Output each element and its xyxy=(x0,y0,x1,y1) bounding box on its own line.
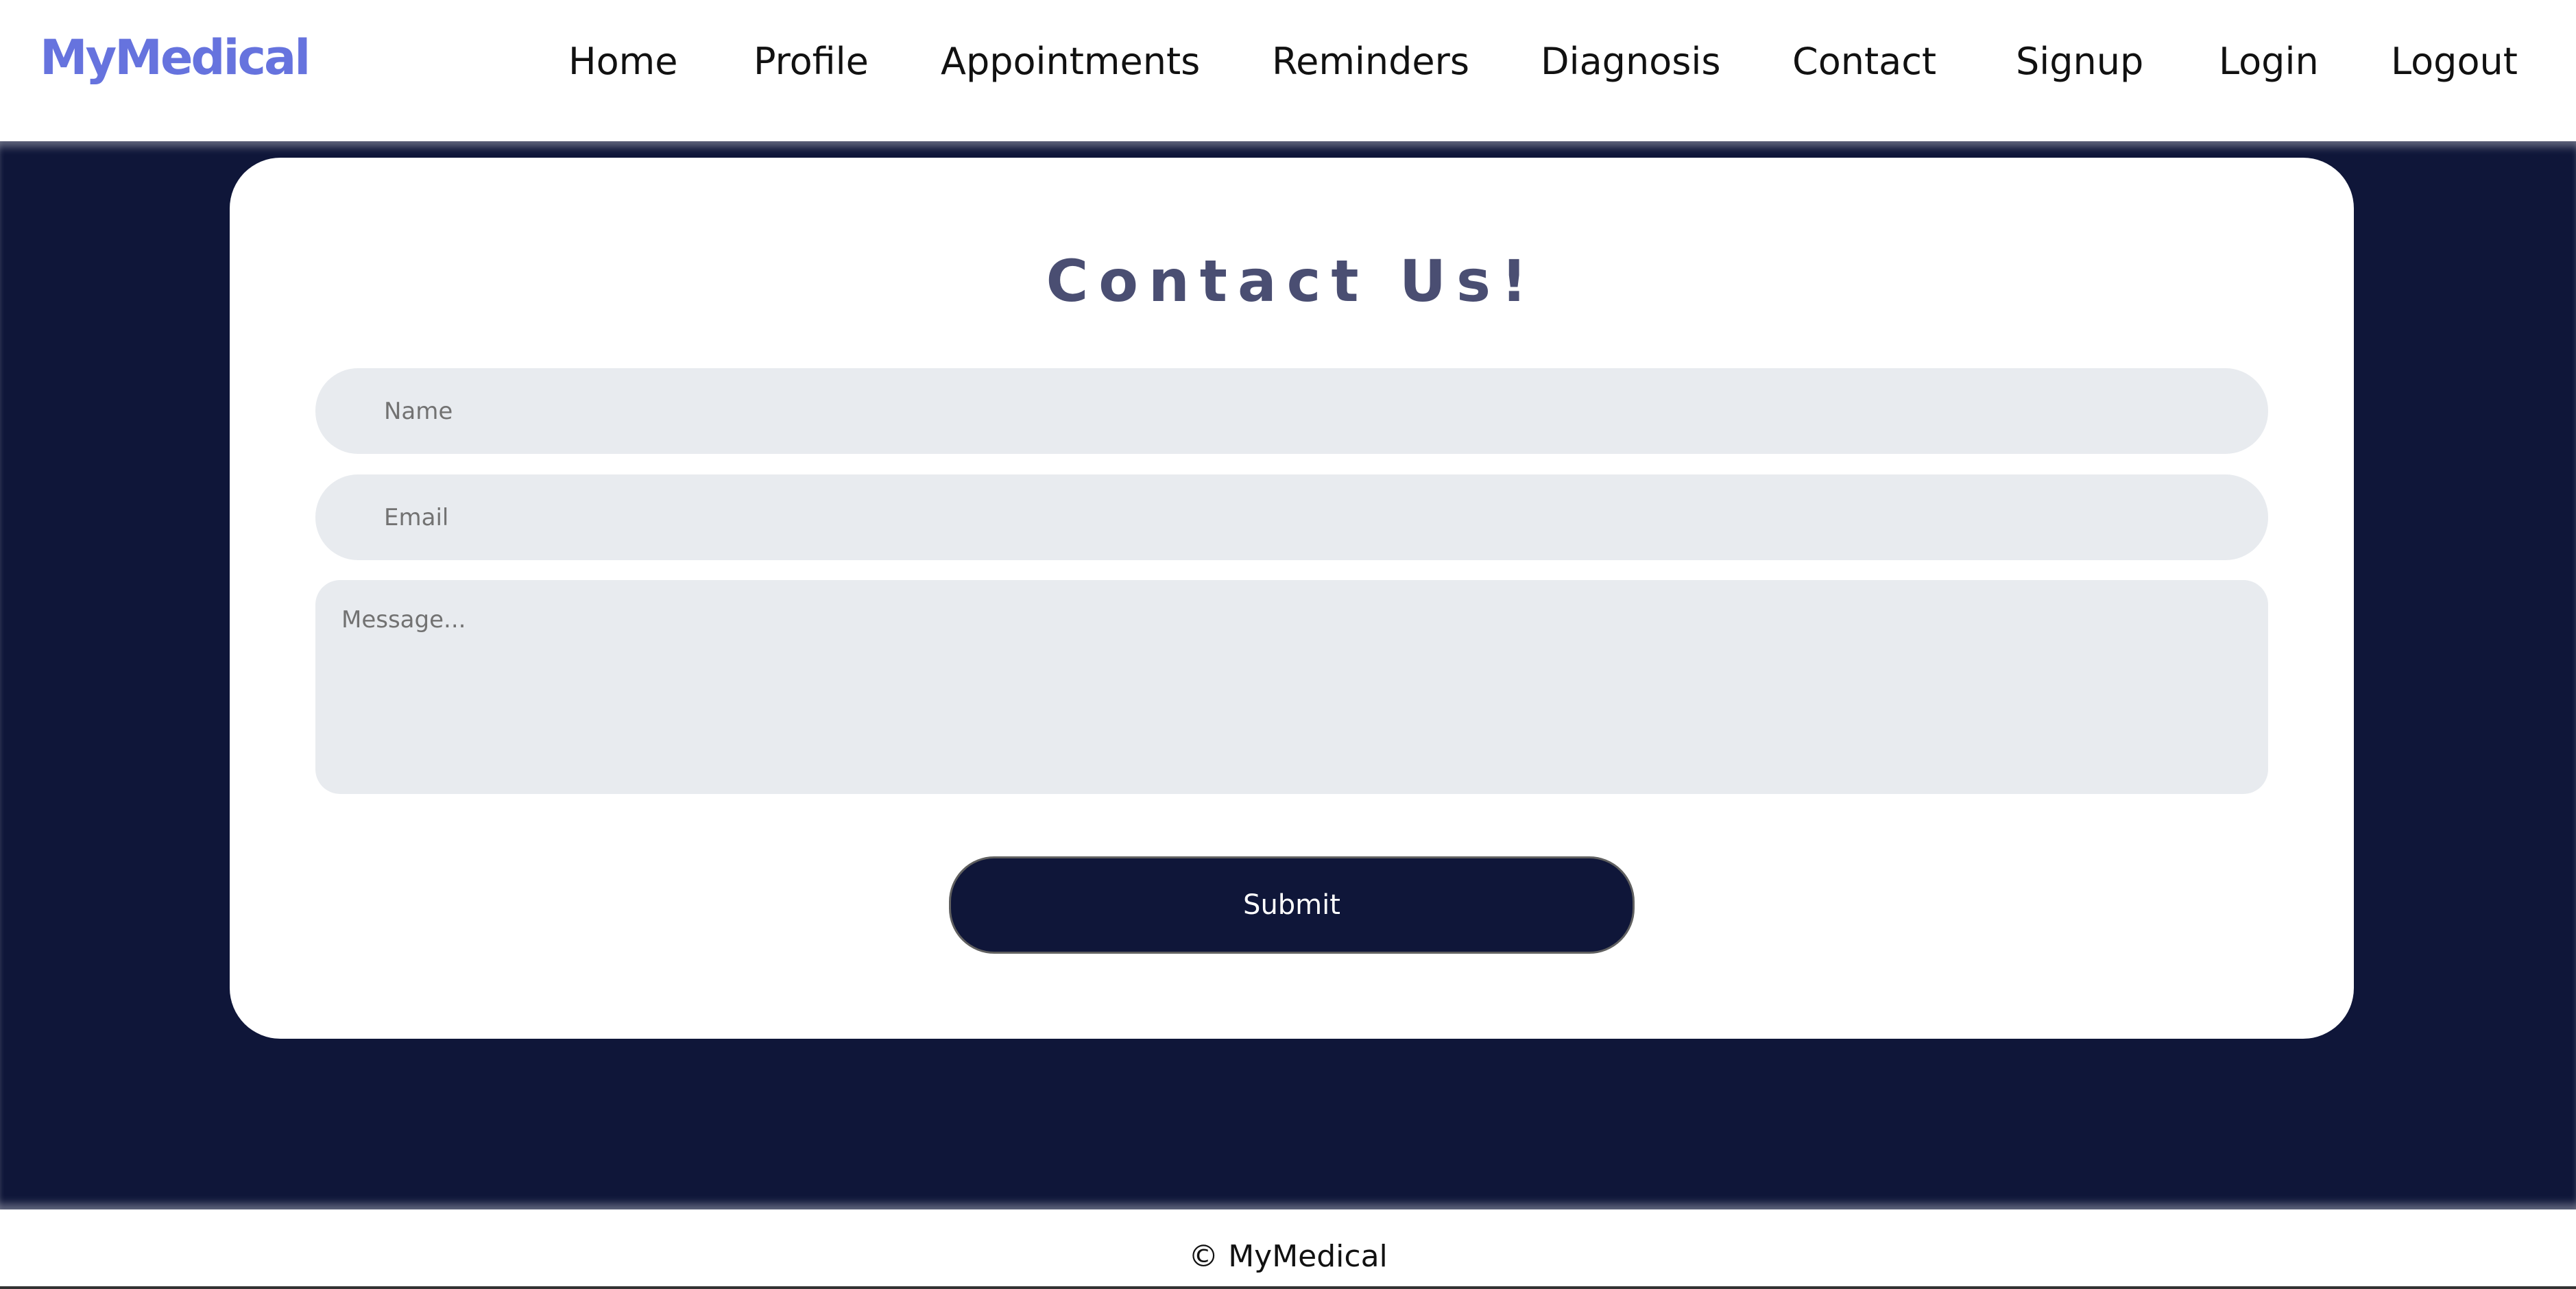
submit-button[interactable]: Submit xyxy=(949,856,1635,954)
nav-profile[interactable]: Profile xyxy=(754,34,869,89)
footer-copyright: © MyMedical xyxy=(1188,1239,1388,1274)
nav-contact[interactable]: Contact xyxy=(1792,34,1936,89)
email-input[interactable] xyxy=(315,474,2268,560)
site-footer: © MyMedical xyxy=(0,1209,2576,1289)
site-header: MyMedical Home Profile Appointments Remi… xyxy=(0,0,2576,141)
message-textarea[interactable] xyxy=(315,580,2268,794)
nav-diagnosis[interactable]: Diagnosis xyxy=(1541,34,1721,89)
nav-logout[interactable]: Logout xyxy=(2391,34,2518,89)
nav-appointments[interactable]: Appointments xyxy=(941,34,1200,89)
nav-login[interactable]: Login xyxy=(2219,34,2319,89)
nav-signup[interactable]: Signup xyxy=(2016,34,2143,89)
contact-card: Contact Us! Submit xyxy=(230,158,2354,1039)
page-title: Contact Us! xyxy=(1046,248,1538,315)
footer-divider xyxy=(0,1286,2576,1289)
nav-reminders[interactable]: Reminders xyxy=(1272,34,1469,89)
logo[interactable]: MyMedical xyxy=(40,29,311,86)
nav-home[interactable]: Home xyxy=(568,34,677,89)
name-input[interactable] xyxy=(315,368,2268,454)
